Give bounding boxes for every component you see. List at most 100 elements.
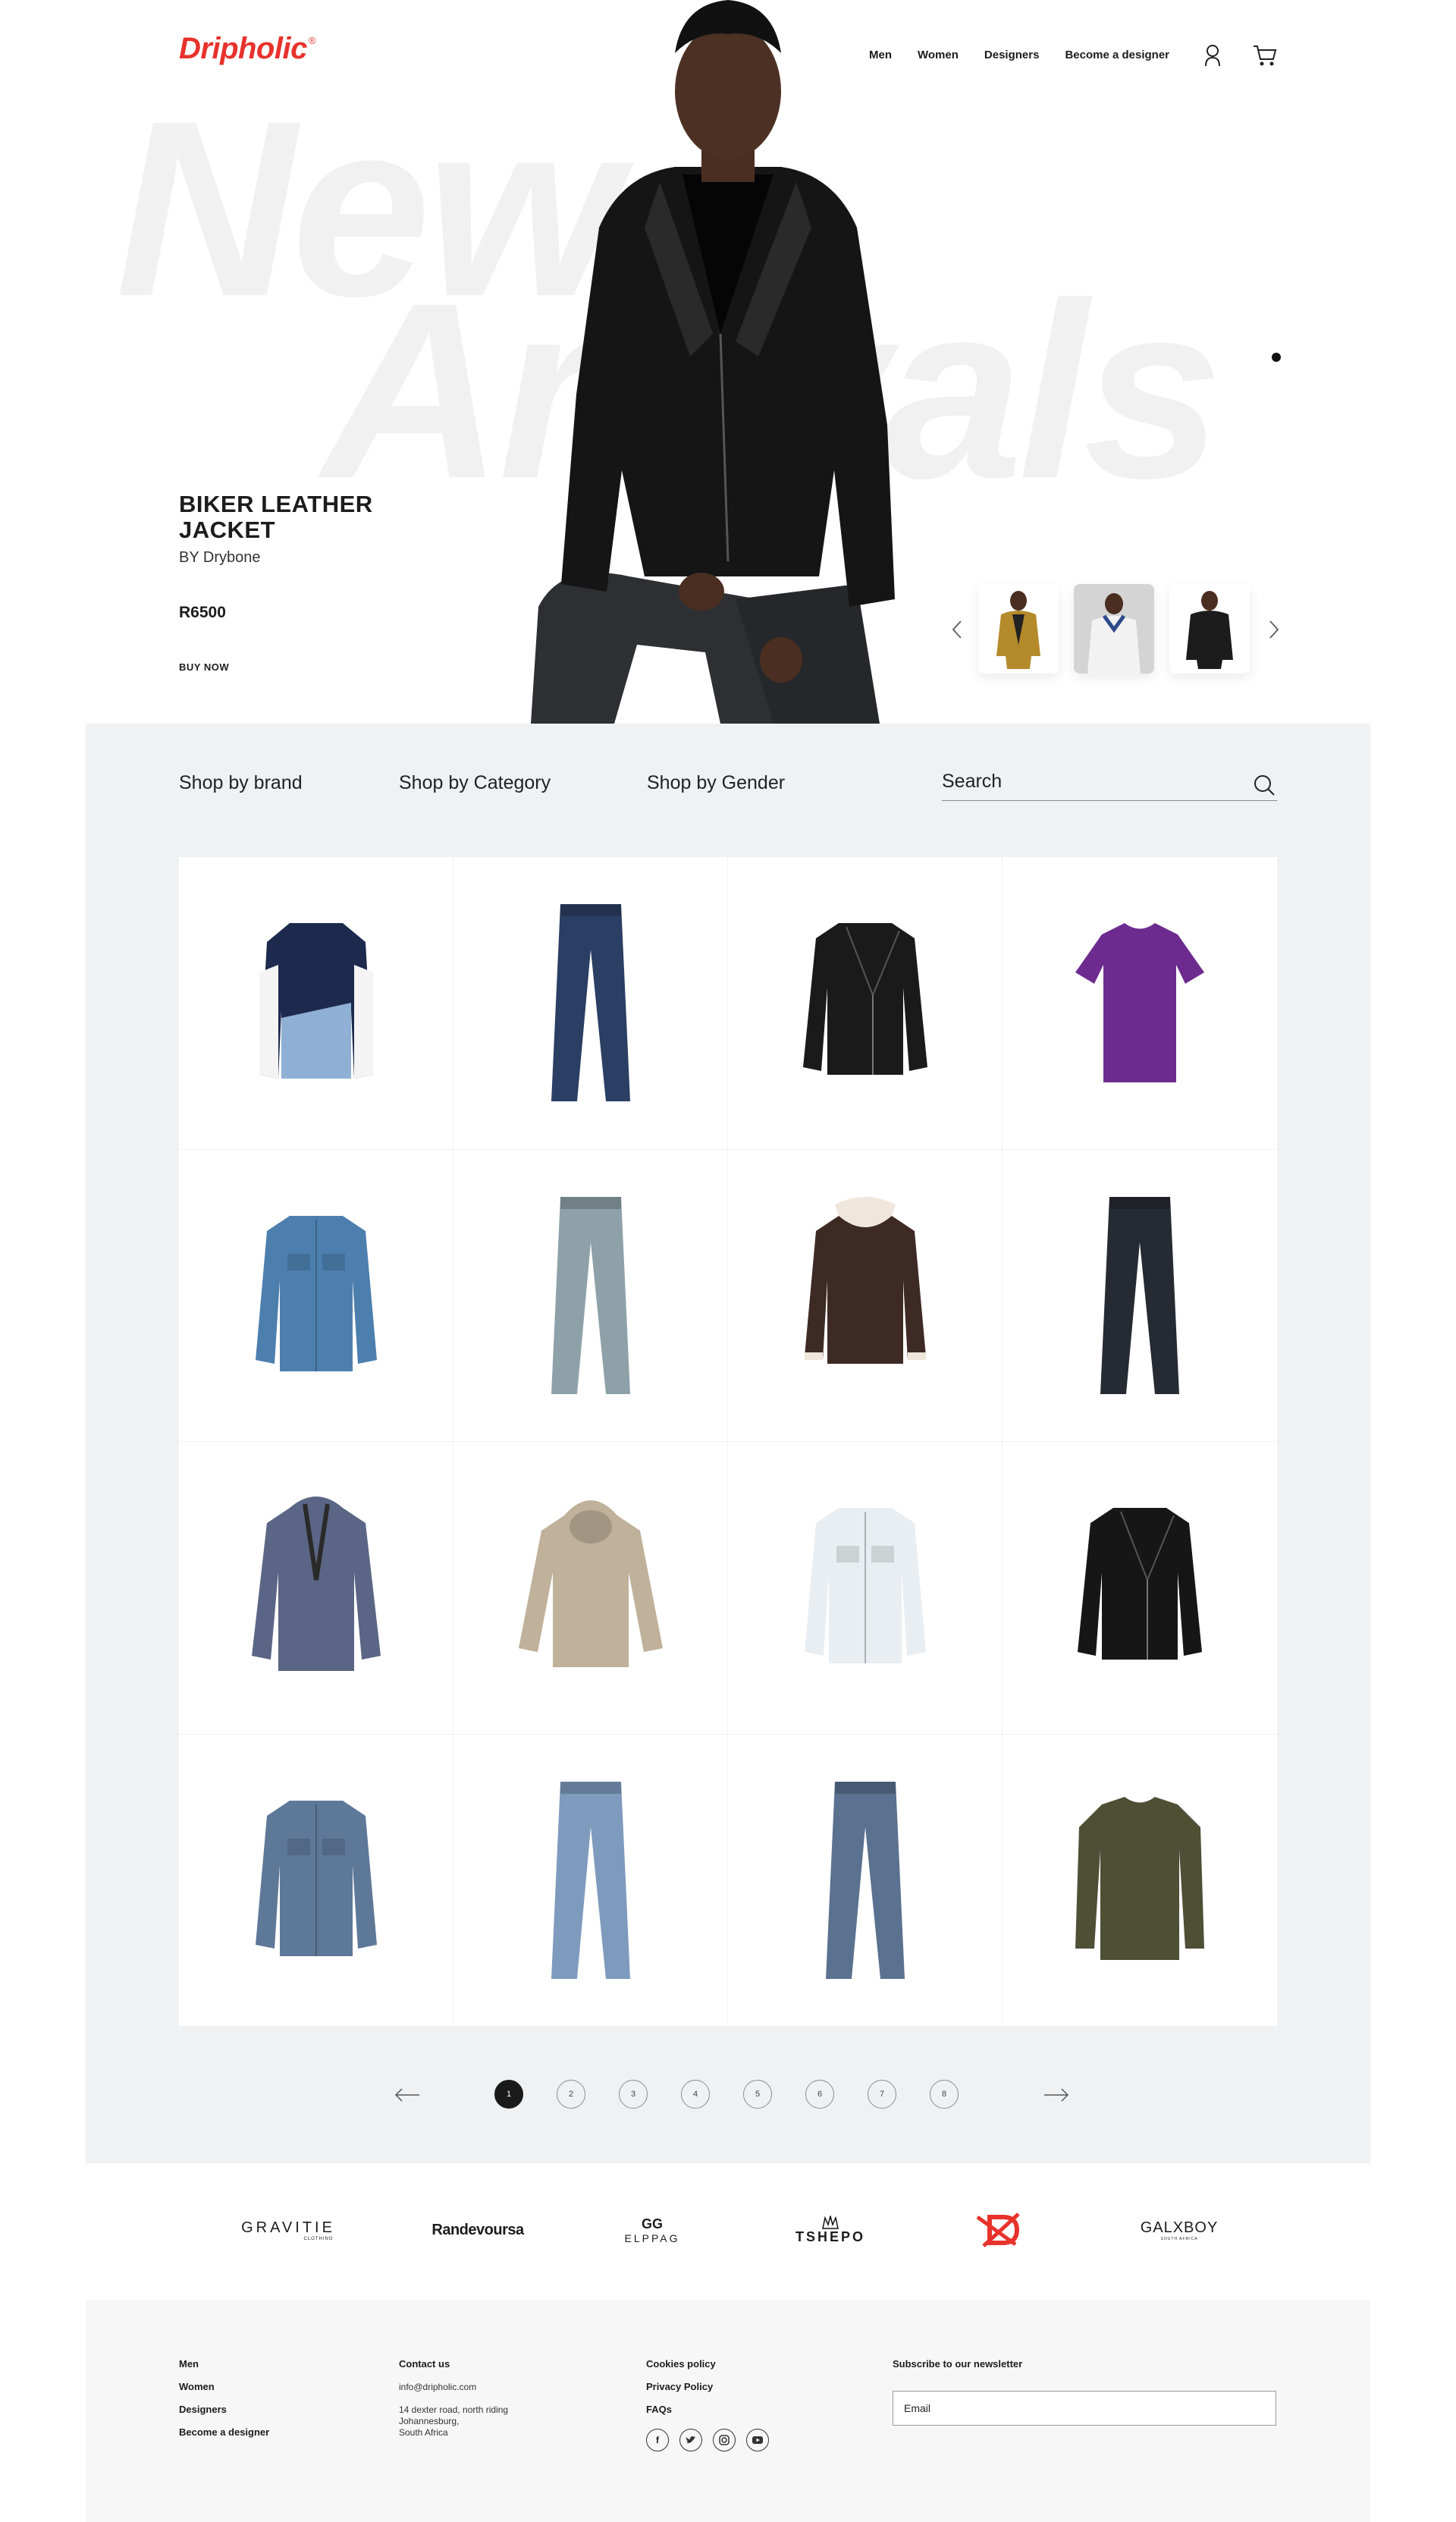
instagram-glyph-icon [719,2435,730,2445]
nav-women[interactable]: Women [918,49,959,61]
hero-thumbnails [978,584,1250,674]
page-3-button[interactable]: 3 [619,2080,648,2109]
product-image [804,1196,926,1364]
product-card[interactable] [179,1442,453,1735]
footer-newsletter: Subscribe to our newsletter [893,2353,1022,2376]
product-card[interactable] [453,1149,728,1442]
main-nav: Men Women Designers Become a designer [869,49,1169,61]
footer-link-become-a-designer[interactable]: Become a designer [179,2421,269,2444]
brand-logo-gravitie-subtext: CLOTHING [303,2236,334,2241]
page-2-button[interactable]: 2 [557,2080,585,2109]
brand-logos-strip: GRAVITIE CLOTHING Randevoursa GG ELPPAG … [0,2200,1456,2260]
brand-logo-galxboy[interactable]: GALXBOY SOUTH AFRICA [1130,2200,1228,2260]
product-card[interactable] [179,857,453,1150]
shop-by-category-filter[interactable]: Shop by Category [399,772,551,794]
product-image [255,1215,377,1371]
footer-link-men[interactable]: Men [179,2353,269,2376]
search-input[interactable] [942,771,1230,793]
brand-logo-galxboy-text: GALXBOY [1140,2219,1219,2236]
product-image [251,1497,381,1672]
brand-logo-tshepo-text: TSHEPO [795,2228,865,2244]
hero-product-brand: BY Drybone [179,549,261,566]
search-icon[interactable] [1253,774,1276,796]
facebook-icon[interactable]: f [646,2429,669,2451]
brand-logo-d[interactable]: D [971,2200,1031,2260]
youtube-icon[interactable] [746,2429,769,2451]
footer-contact-heading: Contact us [399,2358,450,2370]
hero-thumbnail-1[interactable] [978,584,1059,674]
twitter-bird-icon [686,2436,695,2444]
page-7-button[interactable]: 7 [868,2080,896,2109]
arrow-right-icon[interactable] [1043,2087,1069,2103]
brand-logo-gravitie-text: GRAVITIE [241,2219,335,2236]
product-image [804,1508,926,1664]
pagination: 1 2 3 4 5 6 7 8 [0,2080,1456,2118]
product-image [551,904,630,1102]
product-image [1075,1796,1204,1960]
product-card[interactable] [728,1734,1003,2027]
brand-logo-elppag[interactable]: GG ELPPAG [607,2200,698,2260]
product-card[interactable] [1003,1442,1277,1735]
user-icon[interactable] [1204,44,1221,67]
buy-now-button[interactable]: BUY NOW [179,661,229,673]
product-card[interactable] [728,857,1003,1150]
hero-thumbnail-3[interactable] [1169,584,1250,674]
product-card[interactable] [179,1149,453,1442]
hero-model-image [531,0,895,724]
product-image [255,1800,377,1956]
page-5-button[interactable]: 5 [743,2080,772,2109]
newsletter-email-input[interactable] [893,2391,1276,2426]
page-4-button[interactable]: 4 [681,2080,710,2109]
slide-indicator-dot[interactable] [1272,353,1281,362]
nav-men[interactable]: Men [869,49,892,61]
nav-become-a-designer[interactable]: Become a designer [1065,49,1169,61]
twitter-icon[interactable] [679,2429,702,2451]
logo-registered-mark: ® [308,35,316,46]
product-card[interactable] [728,1149,1003,1442]
footer-policies: Cookies policy Privacy Policy FAQs [646,2353,716,2421]
logo[interactable]: Dripholic ® [179,32,315,66]
brand-logo-tshepo[interactable]: TSHEPO [781,2200,880,2260]
footer-link-privacy-policy[interactable]: Privacy Policy [646,2376,716,2398]
social-links: f [646,2429,769,2451]
product-card[interactable] [1003,857,1277,1150]
product-card[interactable] [728,1442,1003,1735]
thumbnail-model-image [1186,591,1233,669]
page-1-button[interactable]: 1 [494,2080,523,2109]
page-8-button[interactable]: 8 [930,2080,959,2109]
footer-link-cookies-policy[interactable]: Cookies policy [646,2353,716,2376]
hero-product-title: BIKER LEATHER JACKET [179,491,373,543]
hero-thumbnail-2[interactable] [1074,584,1154,674]
nav-designers[interactable]: Designers [984,49,1040,61]
footer-link-women[interactable]: Women [179,2376,269,2398]
product-card[interactable] [453,1734,728,2027]
product-card[interactable] [1003,1735,1277,2027]
shop-by-brand-filter[interactable]: Shop by brand [179,772,303,794]
brand-logo-randevoursa[interactable]: Randevoursa [425,2200,531,2260]
instagram-icon[interactable] [713,2429,736,2451]
product-card[interactable] [1003,1150,1277,1442]
product-image [551,1781,630,1979]
shop-by-gender-filter[interactable]: Shop by Gender [647,772,785,794]
hero-product-price: R6500 [179,604,226,621]
crown-icon [822,2215,839,2229]
footer-contact-email[interactable]: info@dripholic.com [399,2376,508,2398]
brand-logo-elppag-text: ELPPAG [624,2231,680,2244]
footer-address-line-3: South Africa [399,2427,448,2438]
page-6-button[interactable]: 6 [805,2080,834,2109]
product-card[interactable] [453,1442,728,1735]
product-card[interactable] [179,1734,453,2027]
brand-logo-gravitie[interactable]: GRAVITIE CLOTHING [228,2200,349,2260]
product-grid [179,857,1277,2027]
youtube-play-icon [752,2436,763,2444]
chevron-left-icon[interactable] [949,619,965,640]
product-card[interactable] [453,857,728,1150]
cart-icon[interactable] [1253,44,1277,67]
product-image [1100,1196,1179,1394]
footer-link-designers[interactable]: Designers [179,2398,269,2421]
chevron-right-icon[interactable] [1266,619,1282,640]
search-bar [942,766,1277,801]
product-image [825,1781,905,1979]
arrow-left-icon[interactable] [394,2087,420,2103]
footer-link-faqs[interactable]: FAQs [646,2398,716,2421]
